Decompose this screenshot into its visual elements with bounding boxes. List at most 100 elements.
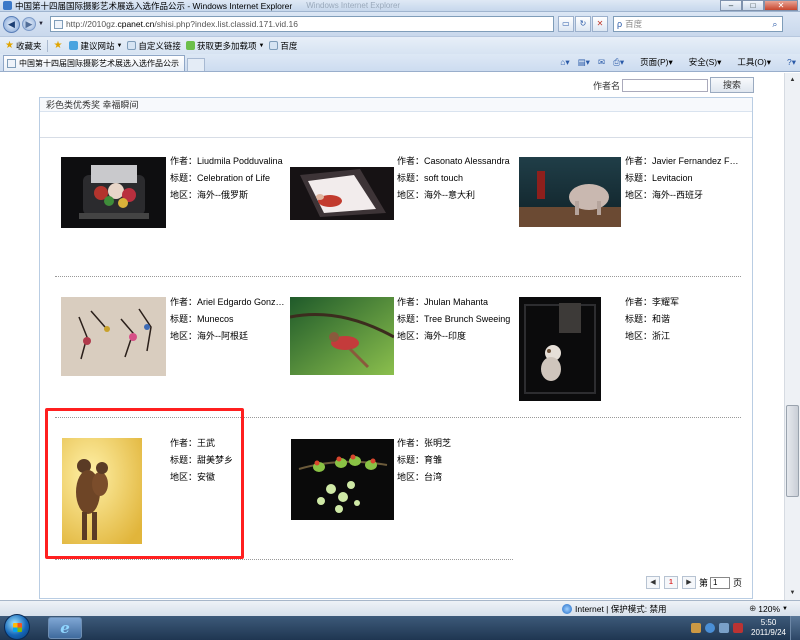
work-photo[interactable] xyxy=(291,439,394,520)
scroll-up-icon[interactable]: ▲ xyxy=(785,73,800,87)
favorites-bar: ★ 收藏夹 ★ 建议网站 ▼ 自定义链接 获取更多加载项 ▼ 百度 xyxy=(0,36,800,54)
add-favorite-icon: ★ xyxy=(53,40,63,51)
fav-item-custom-links[interactable]: 自定义链接 xyxy=(127,40,181,52)
page-number[interactable]: 1 xyxy=(663,576,678,589)
taskbar: e 5:50 2011/9/24 xyxy=(0,614,800,640)
window-title-ghost: Windows Internet Explorer xyxy=(306,1,401,10)
search-engine-icon: ρ xyxy=(616,19,623,29)
zoom-icon: ⊕ xyxy=(749,603,757,613)
search-placeholder: 百度 xyxy=(625,19,643,29)
taskbar-ie-button[interactable]: e xyxy=(48,617,82,639)
maximize-button[interactable]: □ xyxy=(742,0,764,11)
prev-page-button[interactable]: ◀ xyxy=(645,576,660,589)
work-photo[interactable] xyxy=(290,167,394,220)
scroll-down-icon[interactable]: ▼ xyxy=(785,586,800,600)
help-icon[interactable]: ?▾ xyxy=(779,57,796,68)
forward-button[interactable]: ▶ xyxy=(22,17,36,31)
author-search: 作者名 搜索 xyxy=(593,77,754,93)
row-divider xyxy=(55,276,741,277)
url-text[interactable]: http://2010gz.cpanet.cn/shisi.php?index.… xyxy=(66,19,298,29)
work-region: 海外--印度 xyxy=(424,331,467,341)
work-region: 台湾 xyxy=(424,472,443,482)
close-button[interactable]: ✕ xyxy=(764,0,798,11)
work-region: 浙江 xyxy=(652,331,671,341)
page-icon xyxy=(269,41,279,50)
command-bar: ⌂▾ ▤▾ ✉ ⎙▾ 页面(P)▾ 安全(S)▾ 工具(O)▾ ?▾ xyxy=(552,56,796,68)
feeds-icon[interactable]: ▤▾ xyxy=(578,57,590,68)
security-zone[interactable]: Internet | 保护模式: 禁用 xyxy=(562,603,666,615)
work-meta: 作者：Ariel Edgardo Gonz… 标题：Munecos 地区：海外-… xyxy=(170,297,285,341)
back-button[interactable]: ◀ xyxy=(3,15,20,33)
refresh-icon[interactable]: ↻ xyxy=(574,16,591,32)
favorites-button[interactable]: ★ 收藏夹 xyxy=(5,40,41,52)
work-author: 李耀军 xyxy=(652,297,680,307)
work-region: 海外--俄罗斯 xyxy=(197,190,249,200)
work-title: Tree Brunch Sweeing xyxy=(424,314,511,324)
zoom-control[interactable]: ⊕ 120% ▼ xyxy=(749,603,788,614)
status-bar: Internet | 保护模式: 禁用 ⊕ 120% ▼ xyxy=(0,600,800,616)
scroll-thumb[interactable] xyxy=(786,405,799,497)
work-author: Liudmila Podduvalina xyxy=(197,156,283,166)
fav-item-baidu[interactable]: 百度 xyxy=(269,40,297,52)
volume-muted-icon[interactable] xyxy=(733,623,743,633)
suggested-sites-icon xyxy=(69,41,79,50)
clock[interactable]: 5:50 2011/9/24 xyxy=(751,618,786,638)
search-button[interactable]: 搜索 xyxy=(710,77,754,93)
safety-menu[interactable]: 安全(S)▾ xyxy=(681,56,722,68)
address-toolbar: ◀ ▶ ▼ http://2010gz.cpanet.cn/shisi.php?… xyxy=(0,12,800,36)
pagination: ◀ 1 ▶ 第 1 页 xyxy=(642,576,742,589)
work-photo[interactable] xyxy=(290,297,394,375)
network-icon[interactable] xyxy=(719,623,729,633)
page-menu[interactable]: 页面(P)▾ xyxy=(632,56,673,68)
search-box[interactable]: ρ 百度 ⌕ xyxy=(612,16,783,32)
page-select[interactable]: 1 xyxy=(709,576,730,589)
work-author: Casonato Alessandra xyxy=(424,156,510,166)
page-icon xyxy=(127,41,137,50)
new-tab-button[interactable] xyxy=(187,58,205,71)
work-title: Celebration of Life xyxy=(197,173,271,183)
work-photo[interactable] xyxy=(61,297,166,376)
address-bar[interactable]: http://2010gz.cpanet.cn/shisi.php?index.… xyxy=(49,16,554,32)
author-search-input[interactable] xyxy=(622,78,708,92)
star-icon: ★ xyxy=(5,40,14,51)
work-author: 张明芝 xyxy=(424,438,452,448)
help-tray-icon[interactable] xyxy=(705,623,715,633)
pager-suffix: 页 xyxy=(732,578,742,588)
work-photo[interactable] xyxy=(61,157,166,228)
divider xyxy=(47,39,49,52)
work-region: 海外--西班牙 xyxy=(652,190,704,200)
stop-icon[interactable]: ✕ xyxy=(591,16,608,32)
print-icon[interactable]: ⎙▾ xyxy=(613,57,624,68)
tab-active[interactable]: 中国第十四届国际摄影艺术展选入选作品公示 xyxy=(3,55,185,71)
tray-app-icon[interactable] xyxy=(691,623,701,633)
minimize-button[interactable]: – xyxy=(720,0,742,11)
start-button[interactable] xyxy=(4,614,30,640)
work-meta: 作者：Javier Fernandez F… 标题：Levitacion 地区：… xyxy=(625,156,739,200)
ie-icon: e xyxy=(60,619,70,637)
home-icon[interactable]: ⌂▾ xyxy=(560,57,569,68)
work-title: 和谐 xyxy=(652,314,671,324)
work-photo[interactable] xyxy=(519,297,601,401)
window-title: 中国第十四届国际摄影艺术展选入选作品公示 - Windows Internet … xyxy=(15,0,293,11)
mail-icon[interactable]: ✉ xyxy=(598,57,605,68)
compatibility-view-icon[interactable]: ▭ xyxy=(557,16,574,32)
work-meta: 作者：Liudmila Podduvalina 标题：Celebration o… xyxy=(170,156,283,200)
work-region: 海外--意大利 xyxy=(424,190,476,200)
show-desktop-button[interactable] xyxy=(790,616,800,640)
tools-menu[interactable]: 工具(O)▾ xyxy=(729,56,771,68)
page-icon xyxy=(7,59,16,68)
chevron-down-icon: ▼ xyxy=(258,42,265,49)
work-photo[interactable] xyxy=(519,157,621,227)
search-icon[interactable]: ⌕ xyxy=(768,19,782,30)
history-dropdown-icon[interactable]: ▼ xyxy=(38,21,44,27)
next-page-button[interactable]: ▶ xyxy=(681,576,696,589)
vertical-scrollbar[interactable]: ▲ ▼ xyxy=(784,73,800,600)
globe-icon xyxy=(562,603,572,614)
window-title-bar: 中国第十四届国际摄影艺术展选入选作品公示 - Windows Internet … xyxy=(0,0,800,12)
fav-item-get-addons[interactable]: 获取更多加载项 ▼ xyxy=(185,40,265,52)
work-author: Javier Fernandez F… xyxy=(652,156,739,166)
favorites-add-icon[interactable]: ★ xyxy=(53,40,64,51)
fav-item-suggested-sites[interactable]: 建议网站 ▼ xyxy=(69,40,122,52)
work-title: soft touch xyxy=(424,173,464,183)
work-region: 海外--阿根廷 xyxy=(197,331,249,341)
